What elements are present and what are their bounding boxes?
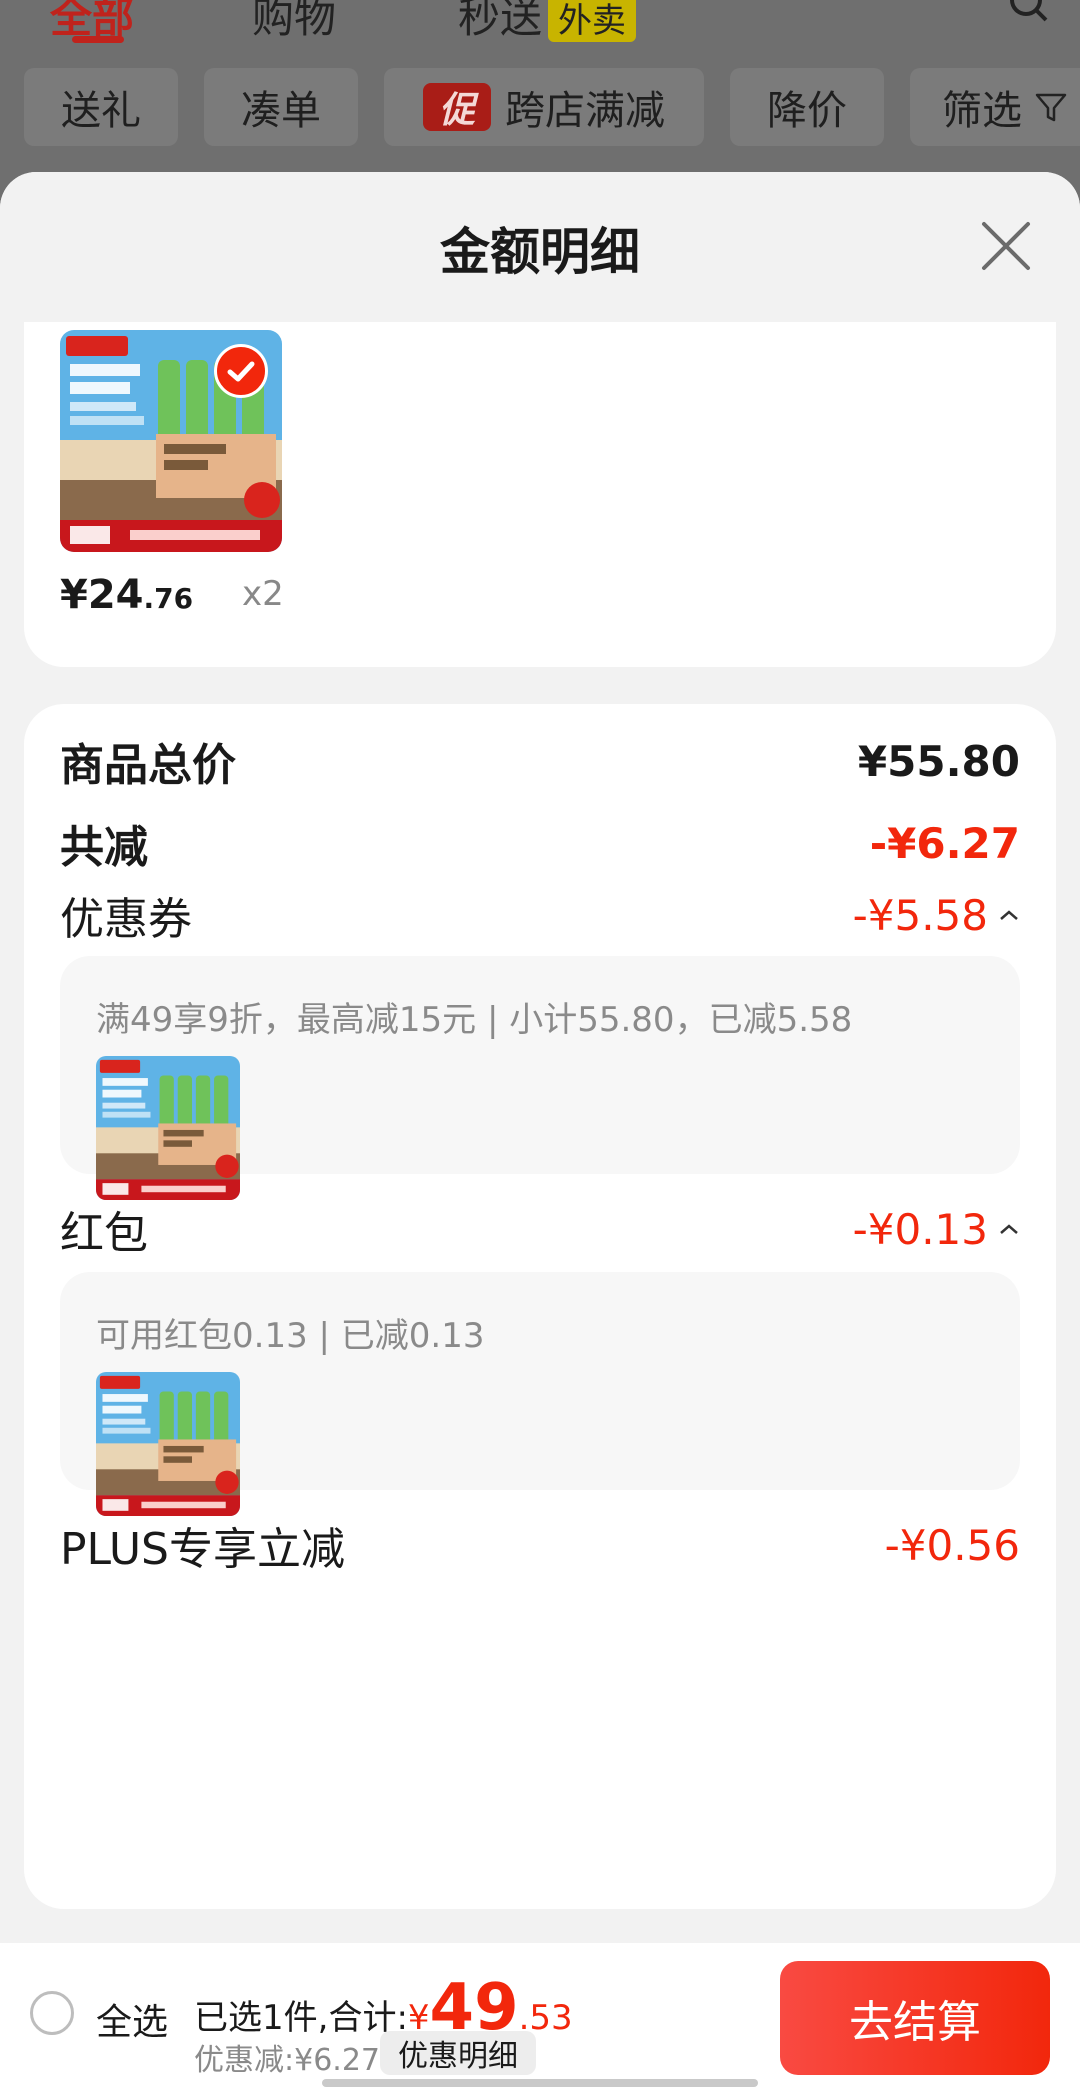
sheet-header: 金额明细	[0, 172, 1080, 322]
discount-summary: 优惠减:¥6.27	[194, 2043, 380, 2078]
plus-discount-row: PLUS专享立减 -¥0.56	[60, 1518, 1020, 1576]
redpacket-detail-text: 可用红包0.13 | 已减0.13	[96, 1316, 485, 1356]
checkout-bar: 全选 已选1件,合计:¥49.53 优惠减:¥6.27 优惠明细 去结算	[0, 1943, 1080, 2093]
total-discount-label: 共减	[60, 822, 148, 873]
funnel-icon	[1035, 93, 1067, 122]
plus-discount-label: PLUS专享立减	[60, 1524, 345, 1575]
total-discount-row: 共减 -¥6.27	[60, 816, 1020, 874]
total-price-row: 商品总价 ¥55.80	[60, 734, 1020, 792]
tab-shopping[interactable]: 购物	[252, 0, 336, 45]
product-price-int: ¥24	[60, 572, 144, 618]
redpacket-row[interactable]: 红包 -¥0.13	[60, 1202, 1020, 1259]
redpacket-detail-box: 可用红包0.13 | 已减0.13	[60, 1272, 1020, 1490]
selected-prefix: 已选1件,合计:	[194, 1998, 408, 2038]
discount-detail-button[interactable]: 优惠明细	[380, 2031, 536, 2075]
product-price-dec: .76	[143, 582, 194, 615]
checkout-button[interactable]: 去结算	[780, 1961, 1050, 2075]
redpacket-value: -¥0.13	[852, 1204, 988, 1254]
active-tab-indicator	[72, 36, 124, 43]
coupon-product-thumb	[96, 1056, 240, 1200]
total-discount-value: -¥6.27	[869, 818, 1020, 868]
product-price: ¥24.76	[60, 572, 193, 618]
summary-card: 商品总价 ¥55.80 共减 -¥6.27 优惠券 -¥5.58 满49享9折，…	[24, 704, 1056, 1909]
select-all-label[interactable]: 全选	[96, 1993, 168, 2045]
plus-discount-value: -¥0.56	[884, 1520, 1020, 1570]
redpacket-product-thumb	[96, 1372, 240, 1516]
sheet-title: 金额明细	[440, 223, 640, 281]
filter-cross-store[interactable]: 促 跨店满减	[384, 68, 704, 146]
coupon-detail-box: 满49享9折，最高减15元 | 小计55.80，已减5.58	[60, 956, 1020, 1174]
filter-cross-store-label: 跨店满减	[505, 88, 665, 134]
home-indicator	[322, 2079, 758, 2087]
tab-miaosong-label: 秒送	[458, 0, 543, 42]
product-card: ¥24.76 x2	[24, 322, 1056, 667]
product-quantity: x2	[242, 574, 284, 614]
select-all-radio[interactable]	[30, 1991, 74, 2035]
redpacket-product-artwork	[96, 1372, 240, 1516]
coupon-row[interactable]: 优惠券 -¥5.58	[60, 888, 1020, 945]
promo-badge: 促	[423, 83, 491, 131]
filter-screen[interactable]: 筛选	[910, 68, 1080, 146]
total-price-label: 商品总价	[60, 740, 236, 791]
chevron-up-icon[interactable]	[998, 1222, 1020, 1236]
redpacket-label: 红包	[60, 1208, 148, 1259]
product-image[interactable]	[60, 330, 282, 552]
tab-miaosong[interactable]: 秒送 外卖	[458, 0, 637, 45]
filter-screen-label: 筛选	[942, 88, 1022, 134]
filter-gift[interactable]: 送礼	[24, 68, 178, 146]
chevron-up-icon[interactable]	[998, 908, 1020, 922]
waimai-badge: 外卖	[548, 0, 637, 42]
amount-detail-sheet: 金额明细 ¥24.76 x2 商品总价 ¥55.80 共减 -¥6.27 优惠券	[0, 172, 1080, 2093]
coupon-value: -¥5.58	[852, 890, 988, 940]
coupon-label: 优惠券	[60, 894, 192, 945]
filter-price-drop[interactable]: 降价	[730, 68, 884, 146]
search-icon[interactable]	[1006, 0, 1050, 24]
coupon-product-artwork	[96, 1056, 240, 1200]
coupon-detail-text: 满49享9折，最高减15元 | 小计55.80，已减5.58	[96, 1000, 853, 1040]
filter-coudan[interactable]: 凑单	[204, 68, 358, 146]
filter-bar: 送礼 凑单 促 跨店满减 降价 筛选	[0, 68, 1080, 154]
top-tab-bar: 全部 购物 秒送 外卖	[0, 0, 1080, 60]
close-icon[interactable]	[980, 220, 1032, 272]
checkmark-icon	[214, 344, 268, 398]
total-price-value: ¥55.80	[857, 736, 1020, 786]
